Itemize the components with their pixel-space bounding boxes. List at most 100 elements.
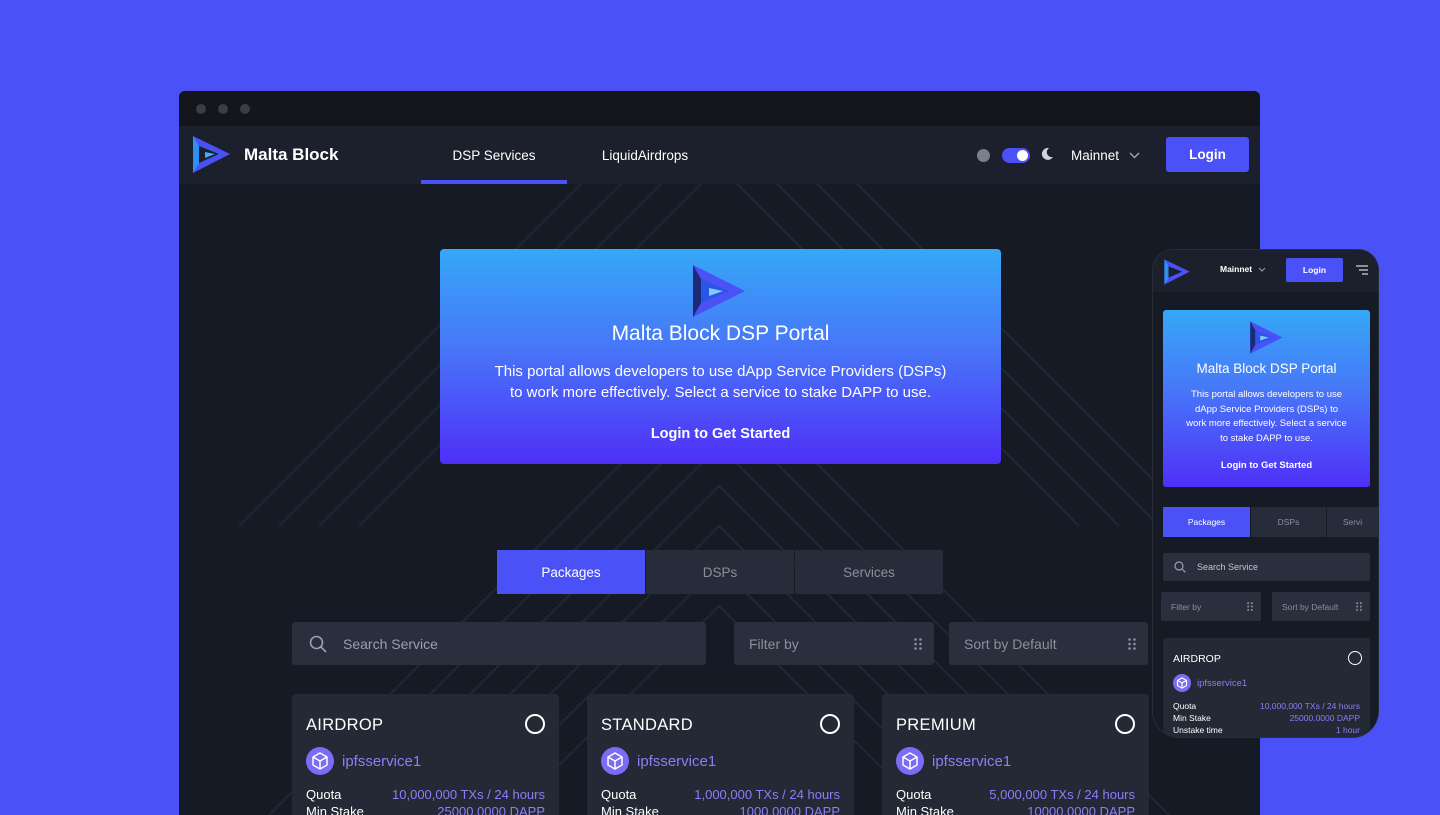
search-placeholder: Search Service	[1197, 562, 1259, 572]
package-title: STANDARD	[601, 716, 693, 734]
quota-label: Quota	[601, 787, 637, 802]
stake-label: Min Stake	[1173, 713, 1211, 723]
tab-packages[interactable]: Packages	[497, 550, 645, 594]
malta-block-logo-icon[interactable]	[1163, 258, 1191, 286]
network-label: Mainnet	[1220, 264, 1253, 274]
sort-label: Sort by Default	[1282, 601, 1339, 612]
stake-value: 10000.0000 DAPP	[1027, 804, 1135, 815]
theme-toggle[interactable]	[1002, 148, 1030, 163]
network-select[interactable]: Mainnet	[1220, 264, 1266, 274]
hero-description-line: This portal allows developers to use dAp…	[494, 363, 947, 380]
unstake-label: Unstake time	[1173, 725, 1223, 735]
stake-label: Min Stake	[306, 804, 364, 815]
tab-dsps[interactable]: DSPs	[646, 550, 794, 594]
service-name[interactable]: ipfsservice1	[637, 753, 716, 770]
tab-label: DSPs	[702, 564, 738, 580]
quota-value: 10,000,000 TXs / 24 hours	[1259, 701, 1360, 711]
malta-block-logo-icon	[193, 136, 230, 173]
login-button[interactable]: Login	[1286, 258, 1343, 282]
grip-icon	[914, 637, 922, 650]
unstake-value: 1 hour	[1335, 725, 1360, 735]
package-card-premium[interactable]: PREMIUM ipfsservice1 Quota 5,000,000 TXs…	[882, 694, 1149, 815]
filter-select[interactable]: Filter by	[1161, 592, 1261, 621]
search-input[interactable]: Search Service	[1163, 553, 1370, 581]
tab-services[interactable]: Servi	[1327, 507, 1378, 537]
get-started-link[interactable]: Login to Get Started	[1163, 460, 1370, 471]
search-icon	[1174, 561, 1186, 573]
sort-select[interactable]: Sort by Default	[1272, 592, 1370, 621]
filter-label: Filter by	[749, 635, 799, 652]
cube-icon	[1173, 674, 1191, 692]
nav-tab-dsp-services[interactable]: DSP Services	[421, 126, 567, 184]
filter-select[interactable]: Filter by	[734, 622, 934, 665]
stake-row: Min Stake 25000.0000 DAPP	[306, 804, 545, 815]
tab-label: Packages	[541, 564, 601, 580]
hero-description: This portal allows developers to use dAp…	[480, 361, 961, 403]
quota-label: Quota	[306, 787, 342, 802]
grip-icon	[1247, 602, 1253, 611]
tab-dsps[interactable]: DSPs	[1251, 507, 1326, 537]
search-input[interactable]	[343, 635, 673, 652]
brand[interactable]: Malta Block	[191, 134, 338, 175]
menu-icon[interactable]	[1356, 265, 1368, 275]
package-radio[interactable]	[1348, 651, 1362, 665]
hero-description-line: to work more effectively. Select a servi…	[509, 384, 932, 401]
package-radio[interactable]	[1115, 714, 1135, 734]
service-name[interactable]: ipfsservice1	[932, 753, 1011, 770]
stake-row: Min Stake 10000.0000 DAPP	[896, 804, 1135, 815]
browser-title-bar	[179, 91, 1260, 126]
app-page: Malta Block DSP Services LiquidAirdrops …	[179, 126, 1260, 815]
quota-value: 1,000,000 TXs / 24 hours	[694, 787, 840, 802]
window-minimize-dot[interactable]	[218, 103, 228, 114]
search-icon	[309, 635, 327, 653]
package-card-airdrop[interactable]: AIRDROP ipfsservice1 Quota 10,000,000 TX…	[292, 694, 559, 815]
stake-value: 1000.0000 DAPP	[739, 804, 840, 815]
stake-value: 25000.0000 DAPP	[1289, 713, 1360, 723]
window-close-dot[interactable]	[196, 103, 206, 114]
quota-value: 5,000,000 TXs / 24 hours	[989, 787, 1135, 802]
service-name[interactable]: ipfsservice1	[342, 753, 421, 770]
mobile-page: Mainnet Login Malta Block DSP Portal Thi…	[1153, 250, 1378, 737]
package-card-airdrop[interactable]: AIRDROP ipfsservice1 Quota 10,000,000 TX…	[1163, 638, 1370, 737]
network-label: Mainnet	[1071, 147, 1120, 163]
package-radio[interactable]	[525, 714, 545, 734]
quota-label: Quota	[1173, 701, 1197, 711]
malta-block-logo-icon	[693, 265, 745, 317]
get-started-link[interactable]: Login to Get Started	[440, 426, 1001, 442]
hero-banner: Malta Block DSP Portal This portal allow…	[440, 249, 1001, 464]
hero-description-line: work more effectively. Select a service	[1186, 418, 1347, 429]
service-name[interactable]: ipfsservice1	[1197, 678, 1247, 689]
grip-icon	[1356, 602, 1362, 611]
tab-packages[interactable]: Packages	[1163, 507, 1250, 537]
quota-label: Quota	[896, 787, 932, 802]
cube-icon	[896, 747, 924, 775]
package-title: AIRDROP	[1173, 653, 1221, 665]
sun-icon	[977, 149, 990, 162]
network-select[interactable]: Mainnet	[1071, 126, 1140, 184]
filter-label: Filter by	[1171, 601, 1202, 612]
login-button[interactable]: Login	[1166, 137, 1249, 172]
nav-tab-label: LiquidAirdrops	[601, 147, 689, 163]
stake-row: Min Stake 25000.0000 DAPP	[1173, 713, 1360, 723]
tab-services[interactable]: Services	[795, 550, 943, 594]
stake-label: Min Stake	[896, 804, 954, 815]
nav-tab-liquidairdrops[interactable]: LiquidAirdrops	[571, 126, 719, 184]
service-row: ipfsservice1	[1173, 674, 1247, 692]
package-title: PREMIUM	[896, 716, 977, 734]
unstake-row: Unstake time 1 hour	[1173, 725, 1360, 735]
grip-icon	[1128, 637, 1136, 650]
tab-label: Servi	[1342, 517, 1363, 527]
quota-value: 10,000,000 TXs / 24 hours	[392, 787, 545, 802]
cube-icon	[306, 747, 334, 775]
sort-select[interactable]: Sort by Default	[949, 622, 1148, 665]
package-radio[interactable]	[820, 714, 840, 734]
hero-title: Malta Block DSP Portal	[611, 322, 830, 345]
nav-tab-label: DSP Services	[452, 147, 536, 163]
service-row: ipfsservice1	[306, 747, 421, 775]
package-card-standard[interactable]: STANDARD ipfsservice1 Quota 1,000,000 TX…	[587, 694, 854, 815]
package-title: AIRDROP	[306, 716, 384, 734]
window-maximize-dot[interactable]	[240, 103, 250, 114]
tab-label: DSPs	[1277, 517, 1300, 527]
moon-icon	[1041, 147, 1053, 160]
tab-label: Packages	[1187, 517, 1226, 527]
